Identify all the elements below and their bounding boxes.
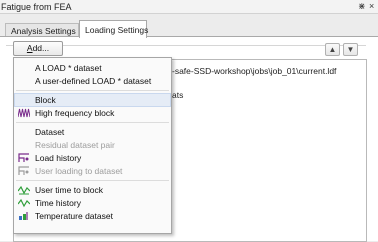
menu-item-time-history-label: Time history <box>35 198 81 208</box>
move-up-button[interactable]: ▲ <box>325 43 340 56</box>
menu-item-load-dataset[interactable]: A LOAD * dataset <box>15 62 170 74</box>
menu-item-load-history-label: Load history <box>35 153 82 163</box>
menu-separator <box>16 122 169 123</box>
time-to-block-icon <box>17 185 31 195</box>
temperature-icon <box>18 211 30 221</box>
menu-item-user-time-to-block-label: User time to block <box>35 185 104 195</box>
tab-bar: Analysis Settings Loading Settings <box>0 20 378 38</box>
menu-separator <box>16 180 169 181</box>
tab-analysis-settings[interactable]: Analysis Settings <box>5 23 79 37</box>
add-button-label: dd... <box>32 43 50 53</box>
down-arrow-icon: ▼ <box>346 45 355 54</box>
title-bar: Fatigue from FEA ⋇ × <box>0 0 378 14</box>
load-file-path[interactable]: -safe-SSD-workshop\jobs\job_01\current.l… <box>172 66 336 76</box>
menu-item-high-frequency-block[interactable]: High frequency block <box>15 107 170 119</box>
up-arrow-icon: ▲ <box>328 45 337 54</box>
menu-item-temperature-dataset[interactable]: Temperature dataset <box>15 210 170 222</box>
load-history-icon <box>18 153 30 163</box>
menu-item-high-frequency-block-label: High frequency block <box>35 108 115 118</box>
add-menu: A LOAD * dataset A user-defined LOAD * d… <box>13 57 172 234</box>
menu-item-dataset[interactable]: Dataset <box>15 126 170 138</box>
menu-item-load-history[interactable]: Load history <box>15 152 170 164</box>
menu-item-user-time-to-block[interactable]: User time to block <box>15 184 170 196</box>
menu-item-user-loading-to-dataset[interactable]: User loading to dataset <box>15 165 170 177</box>
menu-item-temperature-dataset-label: Temperature dataset <box>35 211 113 221</box>
pin-icon[interactable]: ⋇ <box>358 1 366 12</box>
high-frequency-icon <box>17 108 31 118</box>
user-loading-icon <box>18 166 30 176</box>
window-title: Fatigue from FEA <box>1 2 72 12</box>
close-icon[interactable]: × <box>369 1 374 11</box>
move-down-button[interactable]: ▼ <box>343 43 358 56</box>
add-button[interactable]: Add... <box>13 41 63 56</box>
menu-item-user-defined-load-dataset[interactable]: A user-defined LOAD * dataset <box>15 75 170 87</box>
menu-item-block[interactable]: Block <box>14 93 171 107</box>
time-history-icon <box>17 198 31 208</box>
partial-list-text: ats <box>172 90 184 100</box>
menu-item-time-history[interactable]: Time history <box>15 197 170 209</box>
menu-item-residual-dataset-pair[interactable]: Residual dataset pair <box>15 139 170 151</box>
menu-separator <box>16 90 169 91</box>
tab-loading-settings[interactable]: Loading Settings <box>79 20 148 38</box>
menu-item-user-loading-to-dataset-label: User loading to dataset <box>35 166 123 176</box>
